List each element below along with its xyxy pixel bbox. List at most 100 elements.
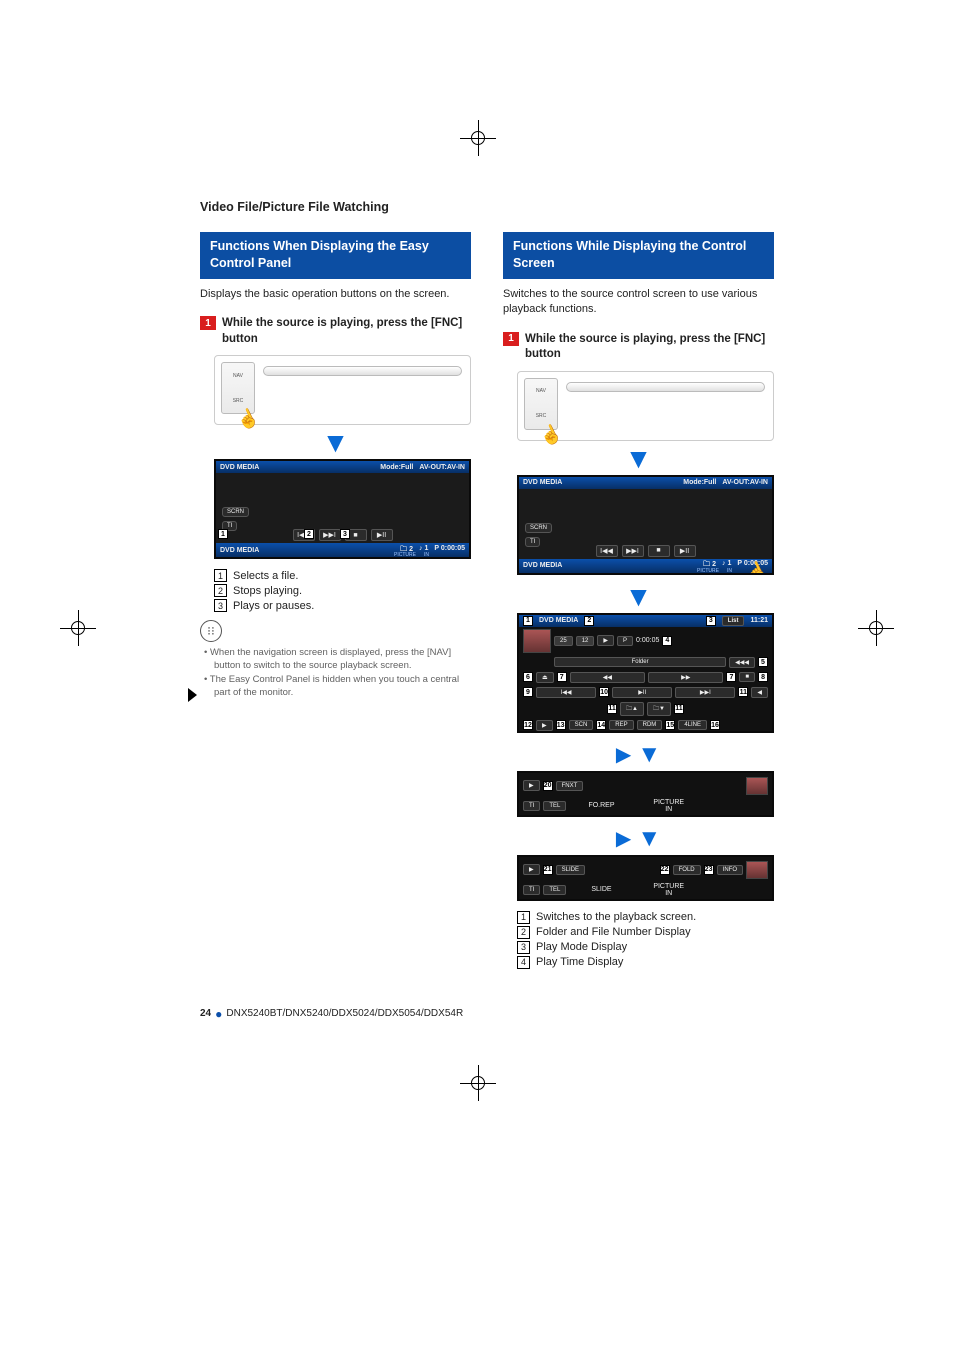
scn-button[interactable]: SCN: [569, 720, 594, 730]
legend-row-4: 4 Play Time Display: [517, 956, 774, 969]
section-title: Video File/Picture File Watching: [200, 200, 774, 214]
ti-button[interactable]: TI: [523, 801, 540, 811]
right-legend: 1 Switches to the playback screen. 2 Fol…: [517, 911, 774, 969]
callout-1: 1: [218, 529, 228, 539]
legend-text: Folder and File Number Display: [536, 926, 691, 938]
step-number-badge: 1: [503, 332, 519, 346]
stop-button[interactable]: ■: [739, 672, 755, 682]
ti-button[interactable]: TI: [523, 885, 540, 895]
next-button[interactable]: ▶▶I: [622, 545, 644, 557]
next-button[interactable]: ▶▶I: [319, 529, 341, 541]
slide-label: SLIDE: [569, 886, 633, 893]
folder-down-button[interactable]: 🗀▼: [647, 702, 671, 716]
fnxt-button[interactable]: FNXT: [556, 781, 584, 791]
playtime: 0:00:05: [636, 637, 659, 644]
folder-row: Folder ◀◀◀ 5: [519, 655, 772, 670]
note-icon: ⁝⁝: [200, 620, 222, 642]
arrow-down-icon: ▼: [503, 445, 774, 473]
stop-button[interactable]: ■: [648, 545, 670, 557]
legend-text: Selects a file.: [233, 570, 298, 582]
tel-button[interactable]: TEL: [543, 885, 566, 895]
control-screen: 1 DVD MEDIA 2 3 List 11:21 25 12 ▶ P: [517, 613, 774, 733]
play-pause-button[interactable]: ▶II: [674, 545, 696, 557]
screen-titlebar: 1 DVD MEDIA 2 3 List 11:21: [519, 615, 772, 627]
clock: 11:21: [750, 617, 768, 624]
page-footer: 24 ● DNX5240BT/DNX5240/DDX5024/DDX5054/D…: [200, 1007, 774, 1021]
seek-row: 6 ⏏ 7 ◀◀ ▶▶ 7 ■ 8: [519, 670, 772, 685]
list-button[interactable]: List: [722, 616, 745, 626]
scrn-button[interactable]: SCRN: [525, 523, 552, 533]
callout-3: 3: [340, 529, 350, 539]
slide-button[interactable]: SLIDE: [556, 865, 585, 875]
prev-button[interactable]: I◀◀: [596, 545, 618, 557]
screen-title: DVD MEDIA: [539, 617, 578, 624]
folder-up-button[interactable]: 🗀▲: [620, 702, 644, 716]
eject-button[interactable]: ⏏: [536, 672, 554, 683]
screen-statusbar: DVD MEDIA 🗀 2 ♪ 1 P 0:00:05: [519, 559, 772, 573]
tab2-row2: TI TEL FO.REP PICTURE IN: [519, 797, 772, 815]
callout-11c: 11: [674, 704, 684, 714]
back-tab-button[interactable]: ◀: [751, 687, 768, 698]
rewind-button[interactable]: ◀◀: [570, 672, 645, 683]
left-notes: When the navigation screen is displayed,…: [202, 646, 471, 699]
scrn-button[interactable]: SCRN: [222, 507, 249, 517]
step-text: While the source is playing, press the […: [222, 316, 471, 347]
ti-button[interactable]: TI: [525, 537, 540, 547]
info-button[interactable]: INFO: [717, 865, 743, 875]
callout-21: 21: [543, 865, 553, 875]
callout-15: 15: [665, 720, 675, 730]
screen-avout: AV-OUT:AV-IN: [722, 479, 768, 486]
device-controls-bar: [263, 366, 462, 376]
4line-button[interactable]: 4LINE: [678, 720, 707, 730]
rep-button[interactable]: REP: [609, 720, 633, 730]
in-label: IN: [665, 806, 672, 813]
status-subrow: PICTURE IN: [394, 552, 429, 558]
play-pause-button[interactable]: ▶II: [371, 529, 393, 541]
forep-label: FO.REP: [569, 802, 633, 809]
status-in: IN: [727, 568, 732, 574]
mode-row: 12 ▶ 13 SCN 14 REP RDM 15 4LINE 16: [519, 718, 772, 733]
callout-2: 2: [304, 529, 314, 539]
next-track-button[interactable]: ▶▶I: [675, 687, 735, 698]
control-button-row: I◀◀ ▶▶I ■ ▶II: [570, 545, 722, 557]
next-tab-button[interactable]: ▶: [536, 720, 553, 731]
left-intro: Displays the basic operation buttons on …: [200, 287, 471, 302]
next-tab-button[interactable]: ▶: [523, 780, 540, 791]
folder-nav-row: 11 🗀▲ 🗀▼ 11: [519, 700, 772, 718]
forward-button[interactable]: ▶▶: [648, 672, 723, 683]
right-intro: Switches to the source control screen to…: [503, 287, 774, 318]
fold-button[interactable]: FOLD: [673, 865, 701, 875]
legend-row-3: 3 Play Mode Display: [517, 941, 774, 954]
legend-num: 3: [214, 599, 227, 612]
status-playtime: P 0:00:05: [434, 545, 465, 556]
callout-11b: 11: [607, 704, 617, 714]
file-number: 12: [576, 636, 595, 646]
callout-12: 12: [523, 720, 533, 730]
screen-statusbar: DVD MEDIA 🗀 2 ♪ 1 P 0:00:05: [216, 543, 469, 557]
page-number: 24: [200, 1008, 211, 1019]
tel-button[interactable]: TEL: [543, 801, 566, 811]
callout-11: 11: [738, 687, 748, 697]
legend-num: 1: [214, 569, 227, 582]
tab2-row: ▶ 20 FNXT: [519, 773, 772, 797]
arrow-down-icon: ▼: [637, 825, 661, 853]
callout-20: 20: [543, 781, 553, 791]
scroll-left-button[interactable]: ◀◀◀: [729, 657, 755, 668]
callout-2: 2: [584, 616, 594, 626]
screen-titlebar: DVD MEDIA Mode:Full AV-OUT:AV-IN: [519, 477, 772, 489]
legend-text: Plays or pauses.: [233, 600, 314, 612]
play-pause-button[interactable]: ▶II: [612, 687, 672, 698]
arrow-split: ▶ ▼: [503, 825, 774, 853]
callout-16: 16: [710, 720, 720, 730]
tab3-row2: TI TEL SLIDE PICTURE IN: [519, 881, 772, 899]
in-label: IN: [665, 890, 672, 897]
control-screen-tab3: ▶ 21 SLIDE 22 FOLD 23 INFO TI TEL SLIDE …: [517, 855, 774, 901]
legend-text: Play Mode Display: [536, 941, 627, 953]
right-column: Functions While Displaying the Control S…: [503, 232, 774, 977]
legend-row-2: 2 Stops playing.: [214, 584, 471, 597]
next-tab-button[interactable]: ▶: [523, 864, 540, 875]
rdm-button[interactable]: RDM: [637, 720, 663, 730]
step-text: While the source is playing, press the […: [525, 332, 774, 363]
prev-track-button[interactable]: I◀◀: [536, 687, 596, 698]
callout-13: 13: [556, 720, 566, 730]
